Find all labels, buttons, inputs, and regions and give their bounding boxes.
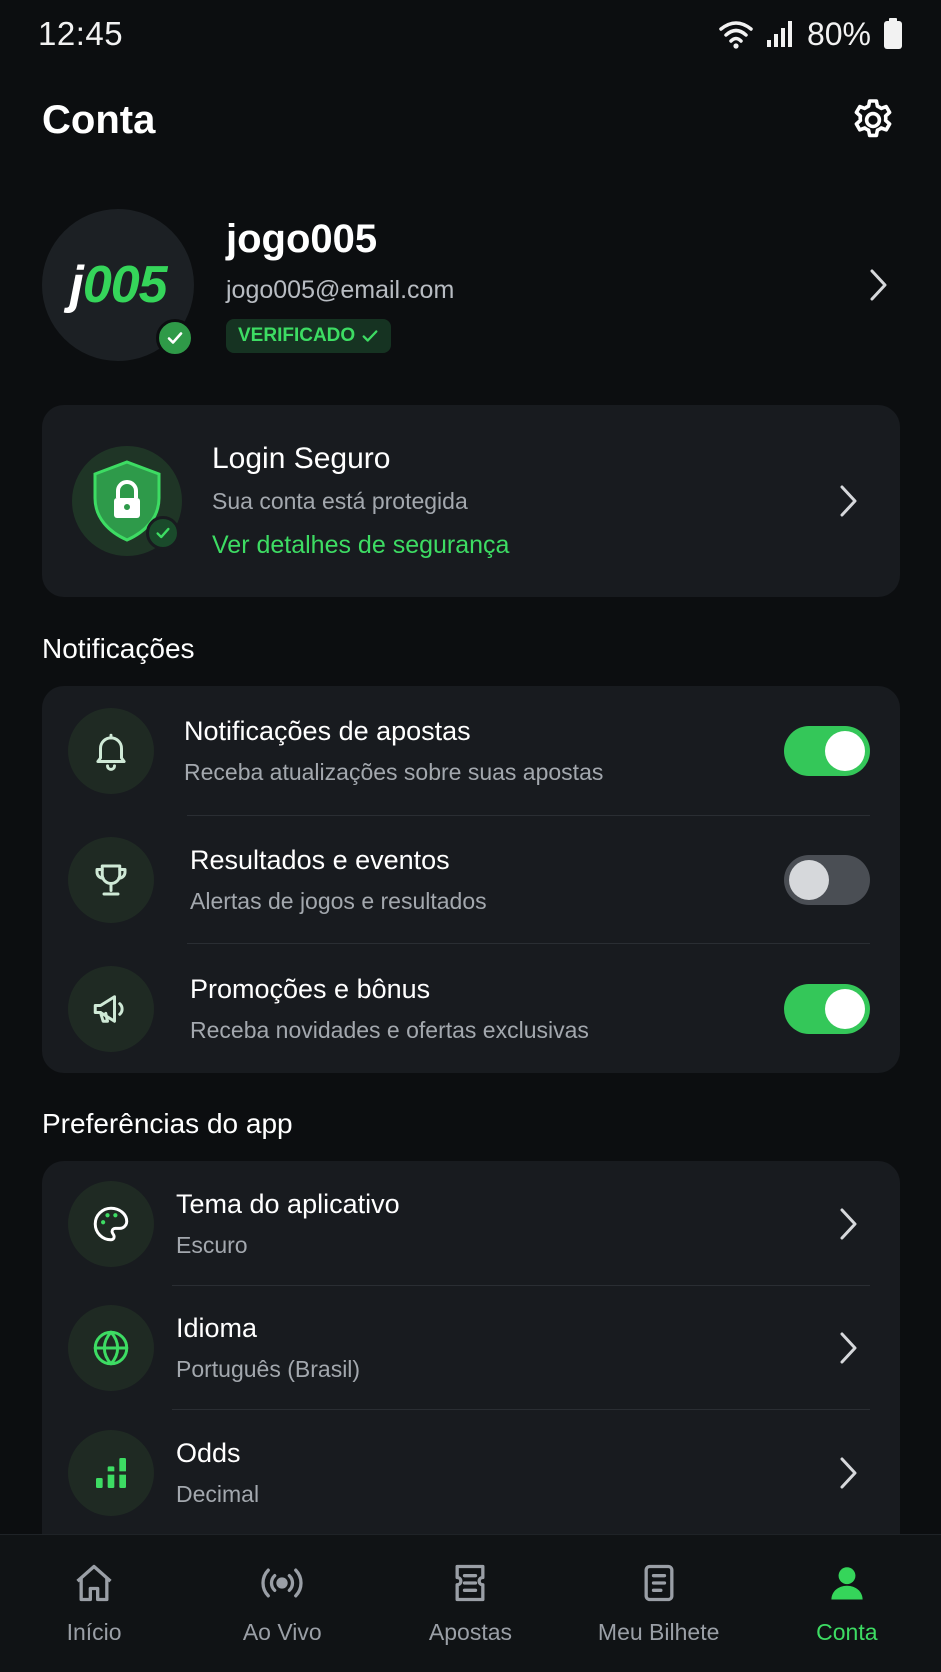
notification-row-resultados[interactable]: Resultados e eventos Alertas de jogos e … [42,816,900,944]
battery-icon [883,18,903,50]
chevron-right-icon [826,1202,870,1246]
row-value: Decimal [176,1480,260,1507]
bar-chart-icon [68,1429,154,1516]
row-text: Tema do aplicativo Escuro [176,1189,826,1259]
row-text: Idioma Português (Brasil) [176,1313,826,1383]
wifi-icon [719,19,753,49]
section-title-notifications: Notificações [42,633,195,664]
row-subtitle: Receba novidades e ofertas exclusivas [190,1016,589,1043]
nav-item-conta[interactable]: Conta [757,1561,937,1646]
row-value: Escuro [176,1231,248,1258]
security-title: Login Seguro [212,442,391,475]
toggle-resultados[interactable] [784,855,870,905]
status-bar: 12:45 80% [0,0,941,68]
home-icon [72,1561,116,1605]
section-title-preferences: Preferências do app [42,1108,293,1139]
row-value: Português (Brasil) [176,1356,361,1382]
palette-icon [68,1180,154,1267]
row-subtitle: Receba atualizações sobre suas apostas [184,759,604,785]
check-icon [156,319,194,357]
preference-row-theme[interactable]: Tema do aplicativo Escuro [42,1161,900,1286]
nav-item-meu-bilhete[interactable]: Meu Bilhete [569,1561,749,1646]
row-subtitle: Alertas de jogos e resultados [190,888,487,914]
row-text: Resultados e eventos Alertas de jogos e … [190,845,784,915]
row-title: Promoções e bônus [190,973,431,1004]
toggle-apostas[interactable] [784,726,870,776]
profile-row[interactable]: j005 jogo005 jogo005@email.com VERIFICAD… [42,205,900,365]
nav-item-ao-vivo[interactable]: Ao Vivo [192,1561,372,1646]
row-title: Resultados e eventos [190,845,450,875]
page-title: Conta [42,97,156,142]
verified-badge: VERIFICADO [226,319,392,353]
live-broadcast-icon [258,1561,306,1605]
preferences-card: Tema do aplicativo Escuro Idioma Portugu… [42,1161,900,1535]
nav-label: Ao Vivo [242,1619,322,1645]
chevron-right-icon[interactable] [826,479,870,523]
trophy-icon [68,837,154,923]
bell-icon [68,708,154,794]
nav-label: Apostas [428,1619,513,1645]
security-subtitle: Sua conta está protegida [212,488,468,514]
settings-button[interactable] [847,94,899,146]
globe-icon [68,1305,154,1391]
avatar: j005 [42,209,194,361]
chevron-right-icon [826,1326,870,1370]
chevron-right-icon[interactable] [856,263,900,307]
ticket-icon [448,1561,492,1605]
gear-icon [849,96,897,144]
profile-username: jogo005 [226,217,378,261]
profile-email: jogo005@email.com [226,276,455,304]
avatar-initials: j005 [69,256,167,314]
row-title: Tema do aplicativo [176,1188,400,1219]
row-text: Promoções e bônus Receba novidades e ofe… [190,974,784,1044]
row-text: Notificações de apostas Receba atualizaç… [184,716,784,786]
toggle-promocoes[interactable] [784,983,870,1034]
preference-row-odds[interactable]: Odds Decimal [42,1410,900,1535]
notification-row-promocoes[interactable]: Promoções e bônus Receba novidades e ofe… [42,944,900,1073]
shield-icon [72,446,182,556]
profile-info: jogo005 jogo005@email.com VERIFICADO [226,217,856,353]
nav-label: Meu Bilhete [597,1619,720,1645]
status-icons: 80% [719,16,903,53]
security-text: Login Seguro Sua conta está protegida Ve… [212,442,826,560]
nav-label: Início [66,1619,122,1645]
row-text: Odds Decimal [176,1438,826,1508]
nav-item-apostas[interactable]: Apostas [380,1561,560,1646]
row-title: Idioma [176,1313,258,1343]
status-time: 12:45 [38,15,124,52]
header: Conta [0,85,941,155]
bottom-nav: Início Ao Vivo Apostas Meu Bilhete Conta [0,1534,941,1672]
user-icon [825,1561,869,1605]
document-icon [637,1561,681,1605]
check-icon [146,516,180,550]
check-icon [361,327,379,345]
chevron-right-icon [826,1451,870,1495]
nav-label: Conta [816,1619,878,1645]
notification-row-apostas[interactable]: Notificações de apostas Receba atualizaç… [42,686,900,816]
battery-percent: 80% [806,15,871,52]
security-card[interactable]: Login Seguro Sua conta está protegida Ve… [42,405,900,597]
nav-item-inicio[interactable]: Início [4,1561,184,1646]
notifications-card: Notificações de apostas Receba atualizaç… [42,686,900,1073]
signal-icon [765,19,795,49]
megaphone-icon [68,965,154,1052]
row-title: Odds [176,1437,241,1468]
security-details-link[interactable]: Ver detalhes de segurança [212,531,509,560]
row-title: Notificações de apostas [184,716,471,746]
preference-row-language[interactable]: Idioma Português (Brasil) [42,1286,900,1410]
